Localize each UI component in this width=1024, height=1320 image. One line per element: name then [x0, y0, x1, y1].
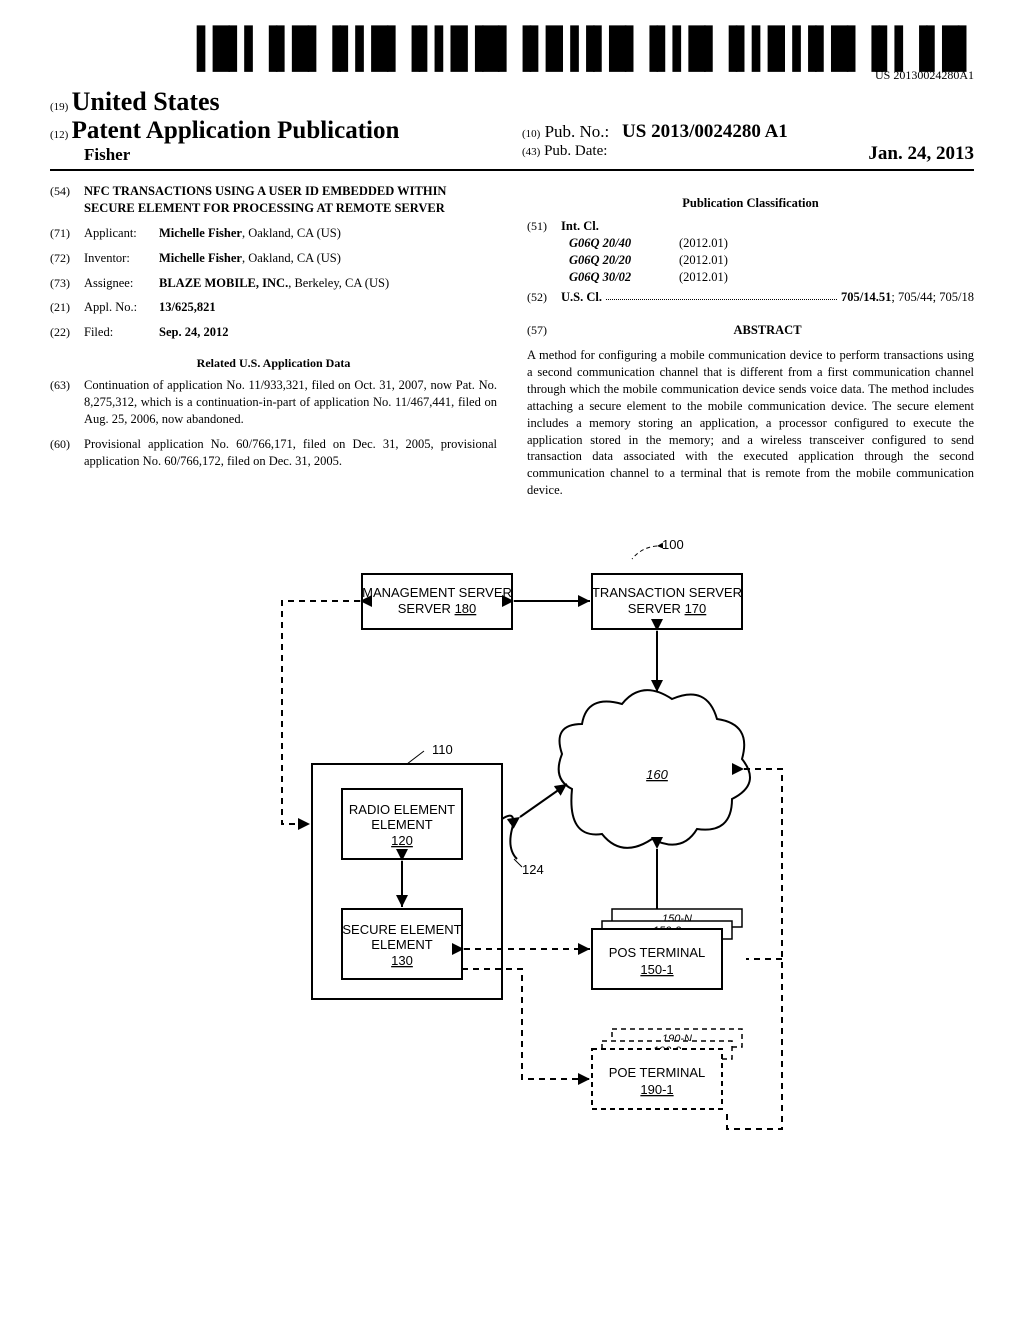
- pubdate-label: Pub. Date:: [544, 143, 607, 159]
- intcl-ver-2: (2012.01): [679, 269, 728, 286]
- classification-heading: Publication Classification: [527, 195, 974, 212]
- assignee-name: BLAZE MOBILE, INC.: [159, 276, 288, 290]
- publication-number: US 2013/0024280 A1: [622, 121, 788, 142]
- intcl-code-1: G06Q 20/20: [561, 252, 679, 269]
- svg-text:ELEMENT: ELEMENT: [371, 817, 432, 832]
- barcode-graphic: ▌█▌▌▐▌█▌▐▌▌█▌▐▌▌█▐█▌▐▌█▐▐▌█▌▐▌▌█▌▐▌▌█▐▐▌…: [197, 30, 974, 69]
- inventor-name: Michelle Fisher: [159, 251, 242, 265]
- txn-server-num: 170: [685, 601, 707, 616]
- uscl-value: 705/14.51: [841, 290, 891, 304]
- publication-date: Jan. 24, 2013: [868, 143, 974, 165]
- intcl-ver-0: (2012.01): [679, 235, 728, 252]
- poe-label: POE TERMINAL: [609, 1065, 706, 1080]
- code-73: (73): [50, 275, 84, 292]
- svg-text:SERVER 180: SERVER 180: [398, 601, 477, 616]
- intcl-code-0: G06Q 20/40: [561, 235, 679, 252]
- related-app-heading: Related U.S. Application Data: [50, 355, 497, 371]
- code-19: (19): [50, 101, 68, 113]
- cloud-num: 160: [646, 767, 668, 782]
- publication-type: Patent Application Publication: [72, 117, 400, 144]
- uscl-label: U.S. Cl.: [561, 289, 602, 306]
- invention-title: NFC TRANSACTIONS USING A USER ID EMBEDDE…: [84, 183, 497, 217]
- code-72: (72): [50, 250, 84, 267]
- abstract-heading: ABSTRACT: [561, 322, 974, 339]
- radio-label: RADIO ELEMENT: [349, 802, 455, 817]
- radio-num: 120: [391, 833, 413, 848]
- intcl-ver-1: (2012.01): [679, 252, 728, 269]
- code-71: (71): [50, 225, 84, 242]
- applicant-location: , Oakland, CA (US): [242, 226, 341, 240]
- code-10: (10): [522, 128, 540, 140]
- country-name: United States: [72, 87, 220, 116]
- assignee-location: , Berkeley, CA (US): [288, 276, 389, 290]
- code-54: (54): [50, 183, 84, 217]
- ref-100: 100: [662, 537, 684, 552]
- barcode-region: ▌█▌▌▐▌█▌▐▌▌█▌▐▌▌█▐█▌▐▌█▐▐▌█▌▐▌▌█▌▐▌▌█▐▐▌…: [50, 30, 974, 83]
- dotted-leader: [606, 289, 837, 300]
- abstract-text: A method for configuring a mobile commun…: [527, 347, 974, 499]
- secure-label: SECURE ELEMENT: [342, 922, 461, 937]
- intcl-label: Int. Cl.: [561, 219, 599, 233]
- pubno-label: Pub. No.:: [545, 122, 610, 141]
- ref-124: 124: [522, 862, 544, 877]
- figure-svg: 100 MANAGEMENT SERVER SERVER 180 TRANSAC…: [202, 529, 822, 1169]
- patent-figure: 100 MANAGEMENT SERVER SERVER 180 TRANSAC…: [50, 529, 974, 1173]
- code-21: (21): [50, 299, 84, 316]
- continuation-text: Continuation of application No. 11/933,3…: [84, 377, 497, 428]
- mgmt-server-num: 180: [455, 601, 477, 616]
- code-51: (51): [527, 218, 561, 286]
- intcl-code-2: G06Q 30/02: [561, 269, 679, 286]
- code-63: (63): [50, 377, 84, 428]
- code-43: (43): [522, 146, 540, 158]
- provisional-text: Provisional application No. 60/766,171, …: [84, 436, 497, 470]
- right-column: Publication Classification (51) Int. Cl.…: [527, 183, 974, 499]
- filed-date: Sep. 24, 2012: [159, 325, 228, 339]
- pos-label: POS TERMINAL: [609, 945, 706, 960]
- applicant-name: Michelle Fisher: [159, 226, 242, 240]
- inventor-short-name: Fisher: [84, 145, 130, 164]
- application-number: 13/625,821: [159, 300, 216, 314]
- ref-110: 110: [432, 742, 453, 757]
- inventor-location: , Oakland, CA (US): [242, 251, 341, 265]
- mgmt-server-label: MANAGEMENT SERVER: [362, 585, 512, 600]
- applicant-label: Applicant:: [84, 225, 159, 242]
- pos-num: 150-1: [640, 962, 673, 977]
- applno-label: Appl. No.:: [84, 299, 159, 316]
- svg-text:ELEMENT: ELEMENT: [371, 937, 432, 952]
- bibliographic-content: (54) NFC TRANSACTIONS USING A USER ID EM…: [50, 183, 974, 499]
- txn-server-label: TRANSACTION SERVER: [592, 585, 742, 600]
- code-60: (60): [50, 436, 84, 470]
- code-12: (12): [50, 129, 68, 141]
- poe-num: 190-1: [640, 1082, 673, 1097]
- document-header: (19) United States (12) Patent Applicati…: [50, 87, 974, 171]
- left-column: (54) NFC TRANSACTIONS USING A USER ID EM…: [50, 183, 497, 499]
- assignee-label: Assignee:: [84, 275, 159, 292]
- secure-num: 130: [391, 953, 413, 968]
- code-22: (22): [50, 324, 84, 341]
- inventor-label: Inventor:: [84, 250, 159, 267]
- code-57: (57): [527, 322, 561, 347]
- filed-label: Filed:: [84, 324, 159, 341]
- code-52: (52): [527, 289, 561, 306]
- svg-text:SERVER 170: SERVER 170: [628, 601, 707, 616]
